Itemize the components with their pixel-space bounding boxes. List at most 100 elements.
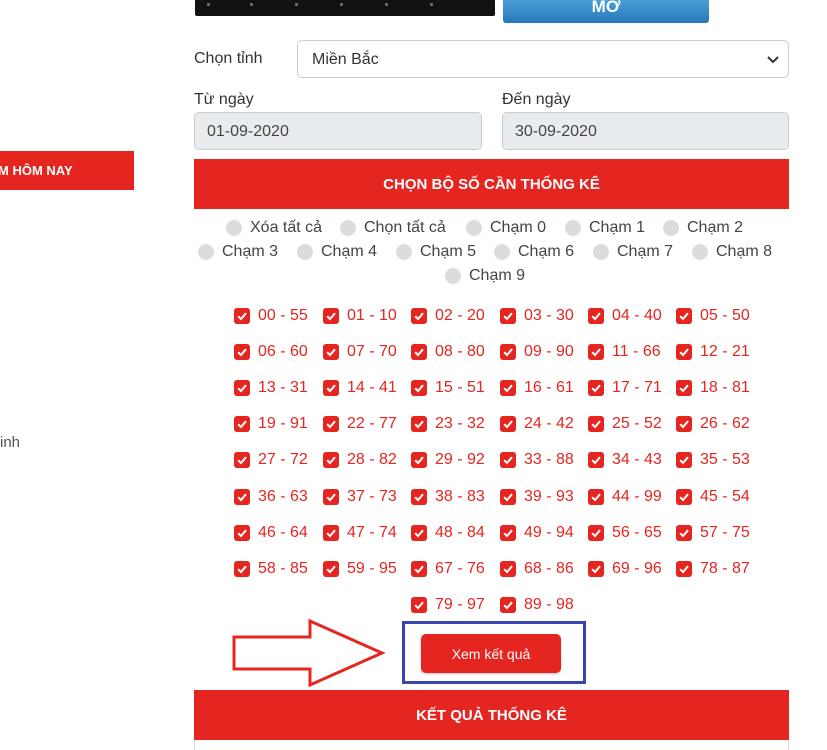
number-pair-checkbox[interactable]: 29 - 92 [411, 451, 485, 469]
number-pair-checkbox[interactable]: 57 - 75 [676, 524, 750, 542]
touch-radio-option[interactable]: Chạm 4 [297, 243, 377, 261]
checkmark-icon [234, 489, 250, 505]
number-pair-label: 19 - 91 [258, 415, 308, 432]
number-pair-label: 33 - 88 [524, 451, 574, 468]
number-pair-checkbox[interactable]: 56 - 65 [588, 524, 662, 542]
province-selected-value: Miền Bắc [312, 51, 379, 68]
number-pair-checkbox[interactable]: 23 - 32 [411, 415, 485, 433]
province-select[interactable]: Miền Bắc [297, 40, 789, 78]
number-pair-checkbox[interactable]: 33 - 88 [500, 451, 574, 469]
number-pair-checkbox[interactable]: 49 - 94 [500, 524, 574, 542]
number-pair-checkbox[interactable]: 09 - 90 [500, 343, 574, 361]
number-pair-checkbox[interactable]: 22 - 77 [323, 415, 397, 433]
number-pair-checkbox[interactable]: 46 - 64 [234, 524, 308, 542]
checkmark-icon [588, 416, 604, 432]
number-pair-checkbox[interactable]: 27 - 72 [234, 451, 308, 469]
number-pair-checkbox[interactable]: 89 - 98 [500, 596, 574, 614]
number-pair-checkbox[interactable]: 26 - 62 [676, 415, 750, 433]
results-table [194, 740, 789, 750]
number-pair-checkbox[interactable]: 15 - 51 [411, 379, 485, 397]
number-pair-checkbox[interactable]: 01 - 10 [323, 307, 397, 325]
checkmark-icon [500, 308, 516, 324]
number-pair-checkbox[interactable]: 78 - 87 [676, 560, 750, 578]
number-pair-label: 27 - 72 [258, 451, 308, 468]
touch-radio-option[interactable]: Chạm 3 [198, 243, 278, 261]
radio-label: Chạm 1 [589, 219, 646, 236]
number-pair-checkbox[interactable]: 00 - 55 [234, 307, 308, 325]
touch-radio-option[interactable]: Chạm 8 [692, 243, 772, 261]
checkmark-icon [323, 489, 339, 505]
number-pair-checkbox[interactable]: 39 - 93 [500, 488, 574, 506]
number-pair-checkbox[interactable]: 45 - 54 [676, 488, 750, 506]
number-pair-checkbox[interactable]: 07 - 70 [323, 343, 397, 361]
number-pair-checkbox[interactable]: 06 - 60 [234, 343, 308, 361]
checkmark-icon [323, 561, 339, 577]
number-pair-checkbox[interactable]: 25 - 52 [588, 415, 662, 433]
number-pair-checkbox[interactable]: 58 - 85 [234, 560, 308, 578]
to-date-input[interactable]: 30-09-2020 [502, 112, 789, 150]
number-pair-checkbox[interactable]: 11 - 66 [588, 343, 661, 361]
checkmark-icon [676, 416, 692, 432]
number-pair-checkbox[interactable]: 13 - 31 [234, 379, 308, 397]
number-pair-checkbox[interactable]: 79 - 97 [411, 596, 485, 614]
radio-circle-icon [466, 220, 482, 236]
touch-radio-option[interactable]: Chạm 5 [396, 243, 476, 261]
banner-open-button[interactable]: MỞ [503, 0, 709, 23]
number-pair-checkbox[interactable]: 67 - 76 [411, 560, 485, 578]
number-pair-checkbox[interactable]: 03 - 30 [500, 307, 574, 325]
number-pair-label: 36 - 63 [258, 488, 308, 505]
number-pair-checkbox[interactable]: 69 - 96 [588, 560, 662, 578]
number-pair-checkbox[interactable]: 38 - 83 [411, 488, 485, 506]
number-pair-label: 78 - 87 [700, 560, 750, 577]
number-pair-checkbox[interactable]: 12 - 21 [676, 343, 750, 361]
checkmark-icon [588, 489, 604, 505]
number-pair-checkbox[interactable]: 18 - 81 [676, 379, 750, 397]
radio-circle-icon [396, 244, 412, 260]
touch-radio-option[interactable]: Chạm 6 [494, 243, 574, 261]
number-pair-checkbox[interactable]: 37 - 73 [323, 488, 397, 506]
touch-radio-option[interactable]: Chạm 9 [445, 267, 525, 285]
radio-circle-icon [494, 244, 510, 260]
number-pair-checkbox[interactable]: 16 - 61 [500, 379, 574, 397]
number-pair-checkbox[interactable]: 19 - 91 [234, 415, 308, 433]
number-pair-checkbox[interactable]: 08 - 80 [411, 343, 485, 361]
number-pair-label: 09 - 90 [524, 343, 574, 360]
touch-radio-option[interactable]: Chọn tất cả [340, 219, 446, 237]
number-pair-checkbox[interactable]: 59 - 95 [323, 560, 397, 578]
number-pair-checkbox[interactable]: 24 - 42 [500, 415, 574, 433]
checkmark-icon [500, 525, 516, 541]
number-pair-label: 05 - 50 [700, 307, 750, 324]
checkmark-icon [411, 416, 427, 432]
number-pair-label: 06 - 60 [258, 343, 308, 360]
number-pair-label: 39 - 93 [524, 488, 574, 505]
number-pair-checkbox[interactable]: 28 - 82 [323, 451, 397, 469]
sidebar-today-button[interactable]: M HÔM NAY [0, 151, 134, 190]
checkmark-icon [500, 489, 516, 505]
number-pair-checkbox[interactable]: 34 - 43 [588, 451, 662, 469]
number-pair-label: 48 - 84 [435, 524, 485, 541]
number-pair-checkbox[interactable]: 68 - 86 [500, 560, 574, 578]
checkmark-icon [500, 561, 516, 577]
number-pair-label: 17 - 71 [612, 379, 662, 396]
number-pair-checkbox[interactable]: 05 - 50 [676, 307, 750, 325]
number-pair-checkbox[interactable]: 36 - 63 [234, 488, 308, 506]
number-pair-checkbox[interactable]: 35 - 53 [676, 451, 750, 469]
touch-radio-option[interactable]: Xóa tất cả [226, 219, 322, 237]
number-pair-checkbox[interactable]: 48 - 84 [411, 524, 485, 542]
number-pair-checkbox[interactable]: 14 - 41 [323, 379, 397, 397]
touch-radio-option[interactable]: Chạm 1 [565, 219, 645, 237]
touch-radio-option[interactable]: Chạm 7 [593, 243, 673, 261]
banner-image[interactable] [195, 0, 495, 16]
touch-radio-option[interactable]: Chạm 0 [466, 219, 546, 237]
radio-circle-icon [565, 220, 581, 236]
view-results-button[interactable]: Xem kết quả [421, 634, 561, 673]
touch-radio-option[interactable]: Chạm 2 [663, 219, 743, 237]
number-pair-checkbox[interactable]: 44 - 99 [588, 488, 662, 506]
number-pair-checkbox[interactable]: 04 - 40 [588, 307, 662, 325]
checkmark-icon [676, 525, 692, 541]
number-pair-checkbox[interactable]: 02 - 20 [411, 307, 485, 325]
number-pair-checkbox[interactable]: 47 - 74 [323, 524, 397, 542]
from-date-input[interactable]: 01-09-2020 [194, 112, 482, 150]
number-pair-checkbox[interactable]: 17 - 71 [588, 379, 662, 397]
number-pair-label: 35 - 53 [700, 451, 750, 468]
